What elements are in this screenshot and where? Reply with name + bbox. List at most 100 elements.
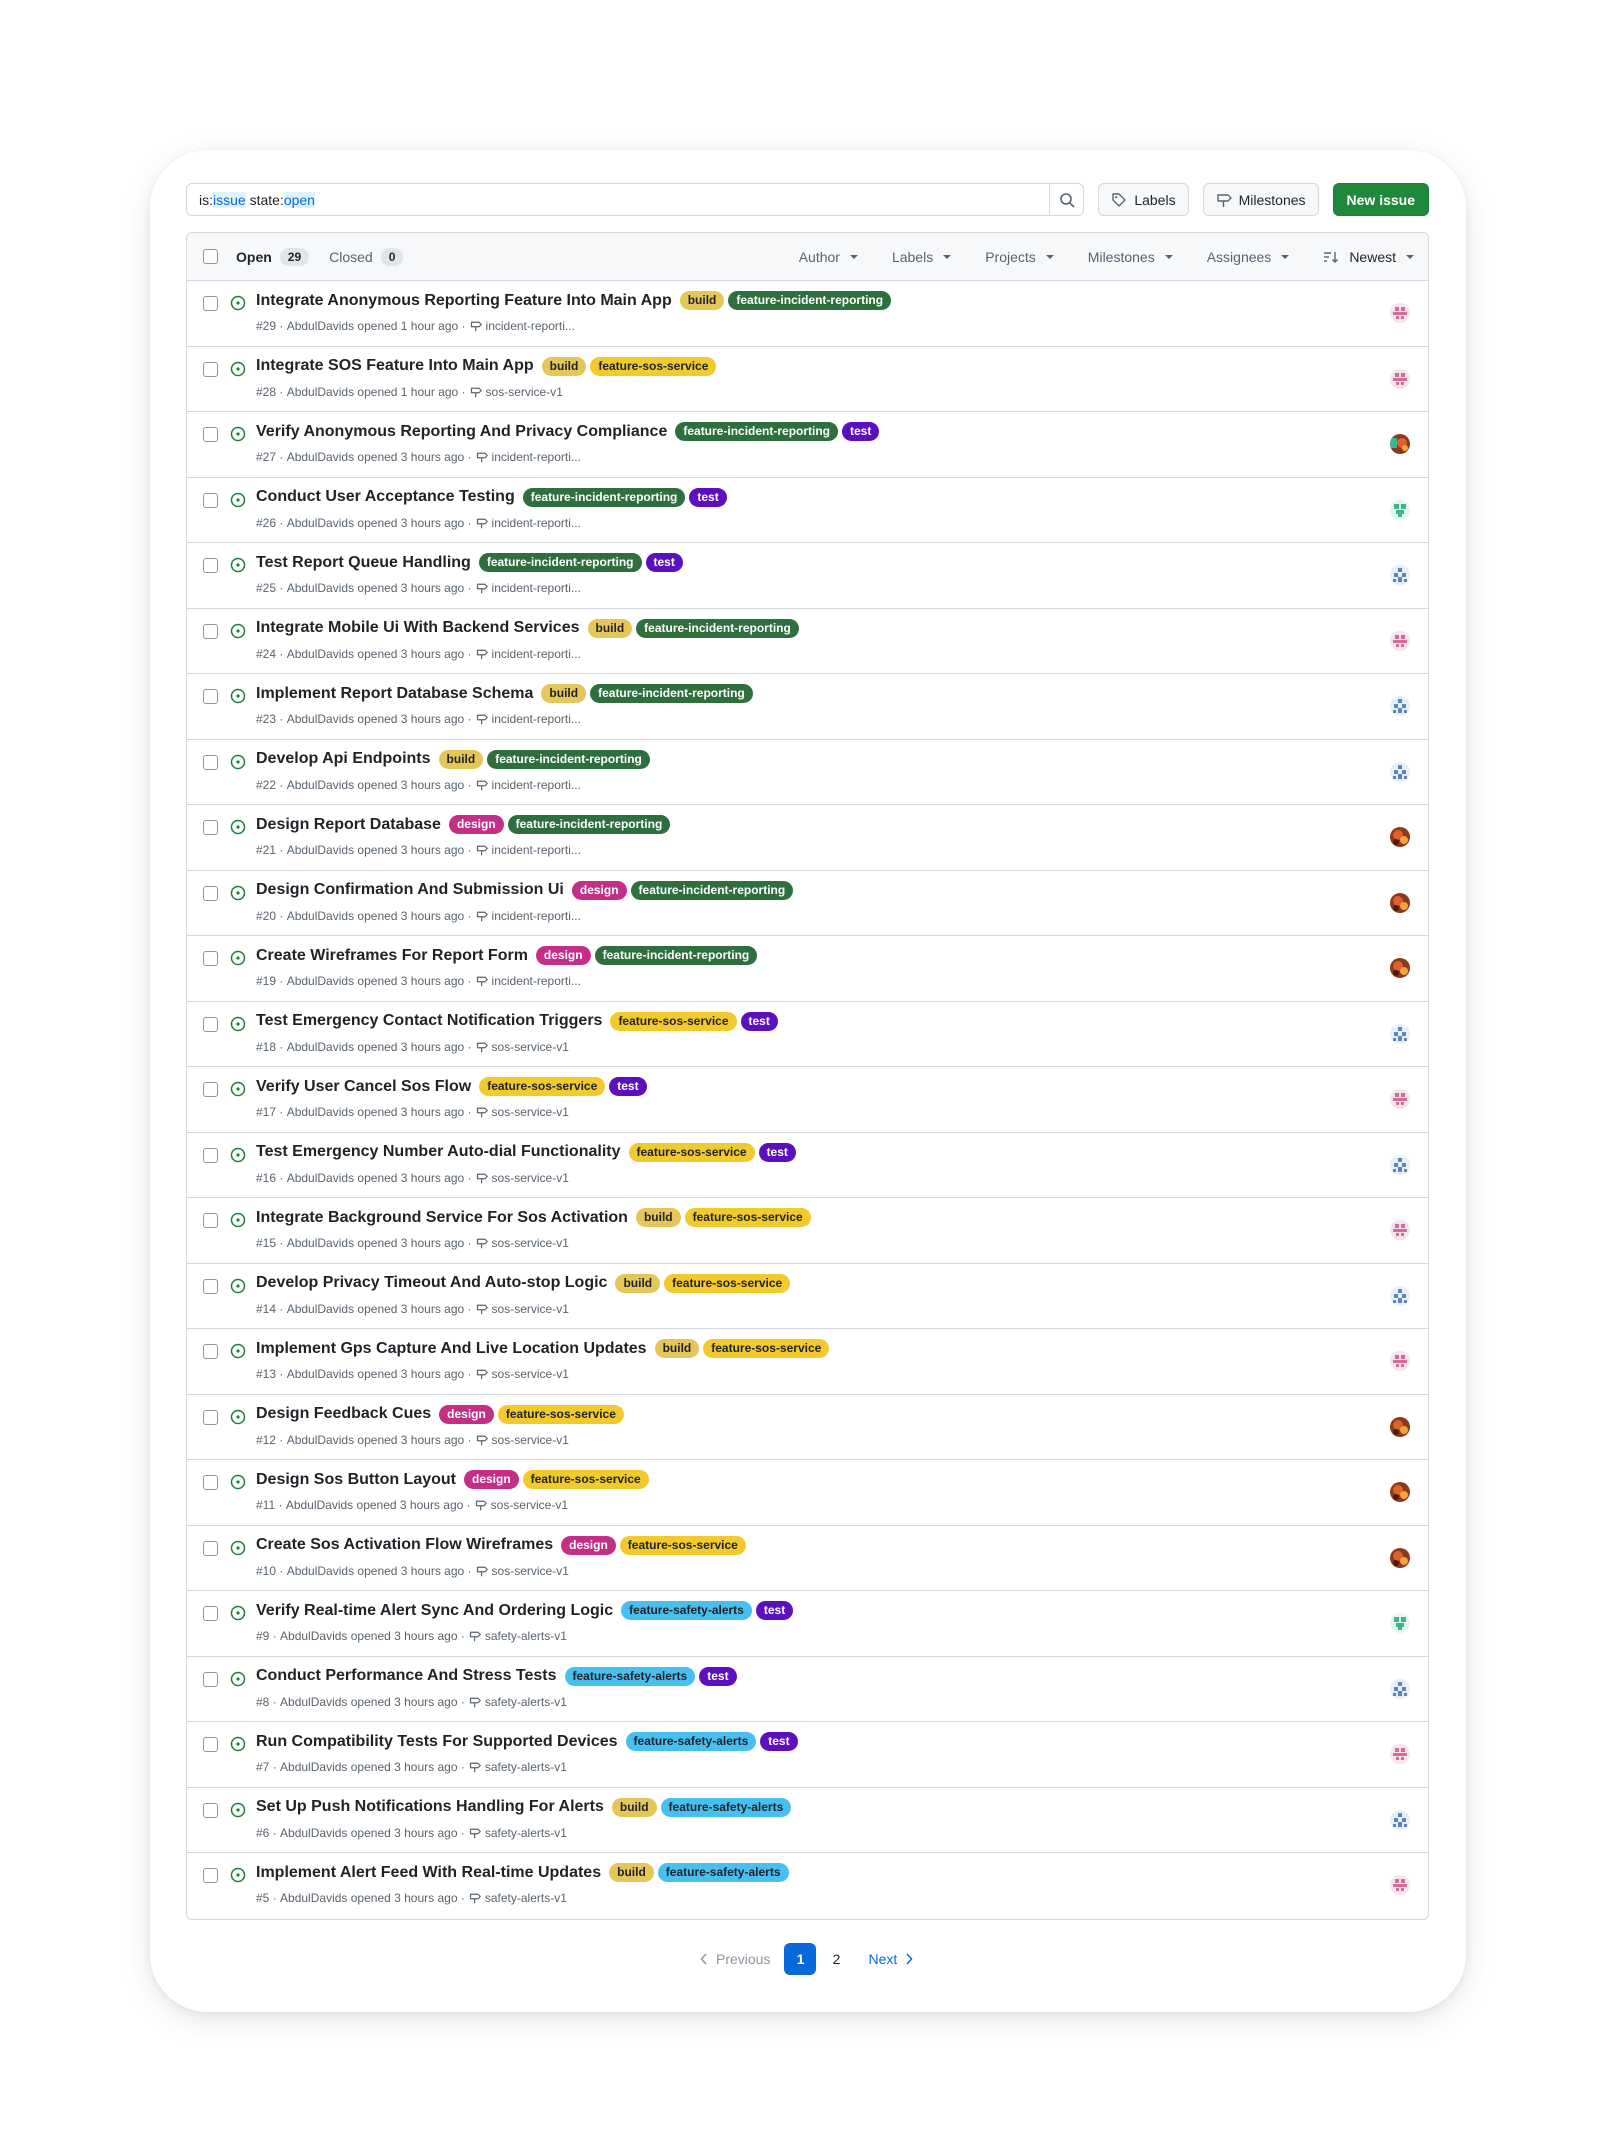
assignee-avatar[interactable] (1390, 892, 1410, 913)
issue-checkbox[interactable] (203, 558, 218, 573)
issue-milestone[interactable]: sos-service-v1 (476, 1171, 569, 1185)
label-build[interactable]: build (541, 356, 587, 376)
assignee-avatar[interactable] (1390, 1154, 1410, 1175)
issue-milestone[interactable]: incident-reporti... (476, 516, 581, 530)
issue-checkbox[interactable] (203, 1278, 218, 1294)
issue-author[interactable]: AbdulDavids (287, 1564, 354, 1578)
label-feature-incident-reporting[interactable]: feature-incident-reporting (478, 553, 642, 572)
label-build[interactable]: build (679, 291, 725, 310)
issue-checkbox[interactable] (203, 427, 218, 442)
issue-title[interactable]: Create Sos Activation Flow Wireframes (256, 1536, 553, 1554)
issue-title[interactable]: Design Confirmation And Submission Ui (256, 881, 564, 899)
issue-row[interactable]: Test Report Queue Handling feature-incid… (187, 543, 1428, 609)
issue-title[interactable]: Run Compatibility Tests For Supported De… (256, 1733, 618, 1751)
sort-filter[interactable]: Newest (1323, 249, 1414, 265)
issue-milestone[interactable]: sos-service-v1 (476, 1564, 569, 1578)
issue-row[interactable]: Conduct User Acceptance Testing feature-… (187, 478, 1428, 543)
milestones-button[interactable]: Milestones (1202, 183, 1319, 216)
issue-author[interactable]: AbdulDavids (286, 1498, 353, 1512)
issue-row[interactable]: Integrate Background Service For Sos Act… (187, 1198, 1428, 1264)
issue-row[interactable]: Develop Api Endpoints build feature-incid… (187, 740, 1428, 805)
label-feature-incident-reporting[interactable]: feature-incident-reporting (594, 946, 758, 965)
label-build[interactable]: build (635, 1208, 681, 1227)
issue-row[interactable]: Create Wireframes For Report Form design… (187, 936, 1428, 1002)
assignee-avatar[interactable] (1390, 1875, 1410, 1895)
label-test[interactable]: test (760, 1732, 798, 1751)
issue-checkbox[interactable] (203, 1475, 218, 1490)
issue-author[interactable]: AbdulDavids (280, 1760, 347, 1774)
issue-row[interactable]: Implement Alert Feed With Real-time Upda… (187, 1853, 1428, 1919)
issue-title[interactable]: Implement Report Database Schema (256, 685, 533, 703)
issue-row[interactable]: Create Sos Activation Flow Wireframes de… (187, 1526, 1428, 1591)
issue-milestone[interactable]: incident-reporti... (476, 778, 581, 792)
issue-milestone[interactable]: safety-alerts-v1 (469, 1826, 567, 1840)
assignee-avatar[interactable] (1390, 434, 1410, 454)
issue-author[interactable]: AbdulDavids (287, 647, 354, 661)
label-design[interactable]: design (561, 1535, 616, 1555)
issue-milestone[interactable]: incident-reporti... (476, 450, 581, 464)
issue-title[interactable]: Test Report Queue Handling (256, 554, 471, 572)
assignee-avatar[interactable] (1390, 499, 1410, 520)
issue-milestone[interactable]: sos-service-v1 (475, 1498, 568, 1512)
label-design[interactable]: design (571, 880, 627, 900)
milestones-filter[interactable]: Milestones (1088, 249, 1173, 265)
issue-title[interactable]: Develop Api Endpoints (256, 750, 431, 768)
issue-checkbox[interactable] (203, 820, 218, 835)
issue-milestone[interactable]: safety-alerts-v1 (469, 1891, 567, 1905)
issue-title[interactable]: Integrate Mobile Ui With Backend Service… (256, 619, 580, 637)
projects-filter[interactable]: Projects (985, 249, 1054, 265)
issue-row[interactable]: Run Compatibility Tests For Supported De… (187, 1722, 1428, 1788)
issue-author[interactable]: AbdulDavids (287, 450, 354, 464)
issue-title[interactable]: Test Emergency Number Auto-dial Function… (256, 1143, 621, 1161)
issue-milestone[interactable]: incident-reporti... (476, 647, 581, 661)
search-input[interactable]: is:issue state:open (186, 183, 1085, 216)
issue-author[interactable]: AbdulDavids (287, 1105, 354, 1119)
issue-author[interactable]: AbdulDavids (287, 1040, 354, 1054)
issue-milestone[interactable]: incident-reporti... (476, 581, 581, 595)
issue-author[interactable]: AbdulDavids (287, 1171, 354, 1185)
label-build[interactable]: build (541, 684, 587, 703)
issue-author[interactable]: AbdulDavids (287, 1236, 354, 1250)
issue-title[interactable]: Set Up Push Notifications Handling For A… (256, 1798, 604, 1816)
page-1-button[interactable]: 1 (784, 1943, 817, 1975)
issue-author[interactable]: AbdulDavids (287, 1433, 354, 1447)
label-feature-sos-service[interactable]: feature-sos-service (610, 1011, 737, 1031)
issue-title[interactable]: Implement Alert Feed With Real-time Upda… (256, 1864, 601, 1882)
closed-tab[interactable]: Closed 0 (329, 247, 404, 266)
label-feature-incident-reporting[interactable]: feature-incident-reporting (590, 684, 753, 703)
label-feature-safety-alerts[interactable]: feature-safety-alerts (621, 1601, 752, 1620)
labels-button[interactable]: Labels (1098, 183, 1189, 216)
issue-milestone[interactable]: sos-service-v1 (476, 1367, 569, 1381)
label-feature-sos-service[interactable]: feature-sos-service (703, 1339, 830, 1358)
issue-title[interactable]: Test Emergency Contact Notification Trig… (256, 1012, 602, 1030)
issue-checkbox[interactable] (203, 1671, 218, 1687)
label-build[interactable]: build (609, 1863, 654, 1882)
issue-title[interactable]: Verify Anonymous Reporting And Privacy C… (256, 423, 667, 441)
issue-milestone[interactable]: incident-reporti... (476, 909, 581, 923)
issue-row[interactable]: Design Report Database design feature-inc… (187, 805, 1428, 871)
open-tab[interactable]: Open 29 (236, 247, 310, 266)
assignee-avatar[interactable] (1390, 958, 1410, 978)
label-test[interactable]: test (689, 487, 727, 507)
issue-author[interactable]: AbdulDavids (280, 1891, 347, 1905)
issue-row[interactable]: Implement Gps Capture And Live Location … (187, 1329, 1428, 1395)
issue-title[interactable]: Verify Real-time Alert Sync And Ordering… (256, 1602, 613, 1620)
label-build[interactable]: build (611, 1797, 657, 1817)
assignee-avatar[interactable] (1390, 303, 1410, 323)
select-all-checkbox[interactable] (203, 249, 218, 264)
label-test[interactable]: test (842, 422, 880, 441)
issue-title[interactable]: Design Feedback Cues (256, 1405, 431, 1423)
label-build[interactable]: build (438, 749, 484, 769)
assignee-avatar[interactable] (1390, 827, 1410, 847)
issue-checkbox[interactable] (203, 1540, 218, 1556)
label-design[interactable]: design (535, 946, 591, 965)
issue-milestone[interactable]: incident-reporti... (476, 974, 581, 988)
label-feature-sos-service[interactable]: feature-sos-service (497, 1404, 624, 1424)
issue-milestone[interactable]: sos-service-v1 (470, 385, 563, 399)
label-feature-incident-reporting[interactable]: feature-incident-reporting (507, 815, 671, 834)
issue-checkbox[interactable] (203, 1868, 218, 1883)
issue-author[interactable]: AbdulDavids (287, 385, 354, 399)
issue-milestone[interactable]: safety-alerts-v1 (469, 1760, 567, 1774)
author-filter[interactable]: Author (799, 249, 858, 265)
label-feature-safety-alerts[interactable]: feature-safety-alerts (564, 1666, 696, 1686)
